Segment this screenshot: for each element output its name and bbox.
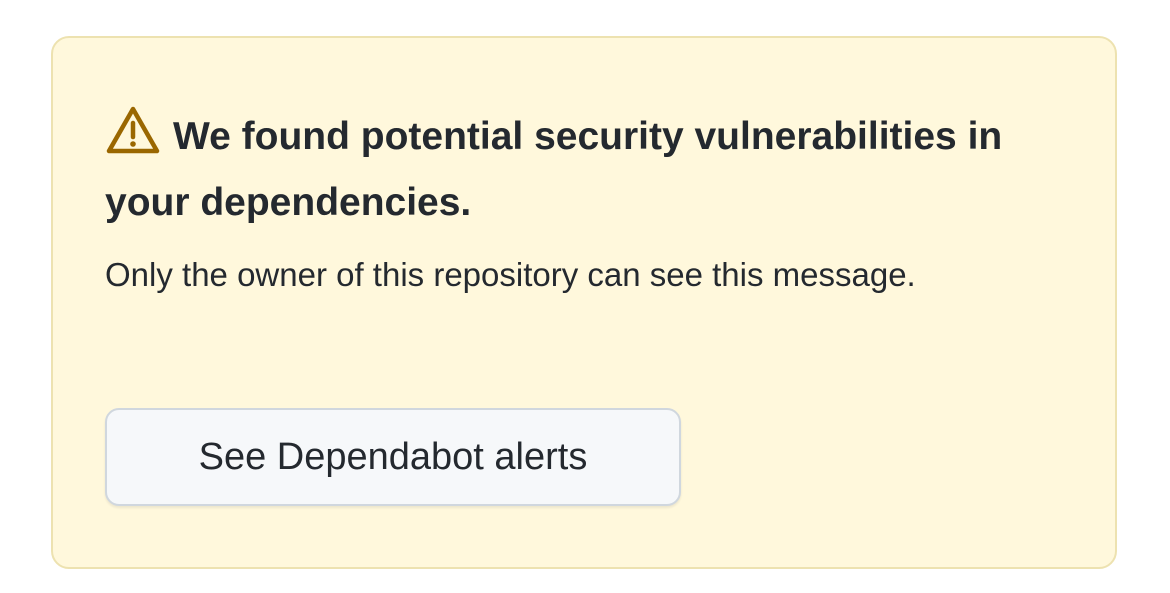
- see-dependabot-alerts-button[interactable]: See Dependabot alerts: [105, 408, 681, 506]
- alert-title: We found potential security vulnerabilit…: [105, 104, 1085, 236]
- alert-description: Only the owner of this repository can se…: [105, 256, 916, 293]
- alert-title-text: We found potential security vulnerabilit…: [105, 115, 1003, 224]
- alert-triangle-icon: [105, 105, 161, 155]
- security-alert-banner: We found potential security vulnerabilit…: [51, 36, 1117, 569]
